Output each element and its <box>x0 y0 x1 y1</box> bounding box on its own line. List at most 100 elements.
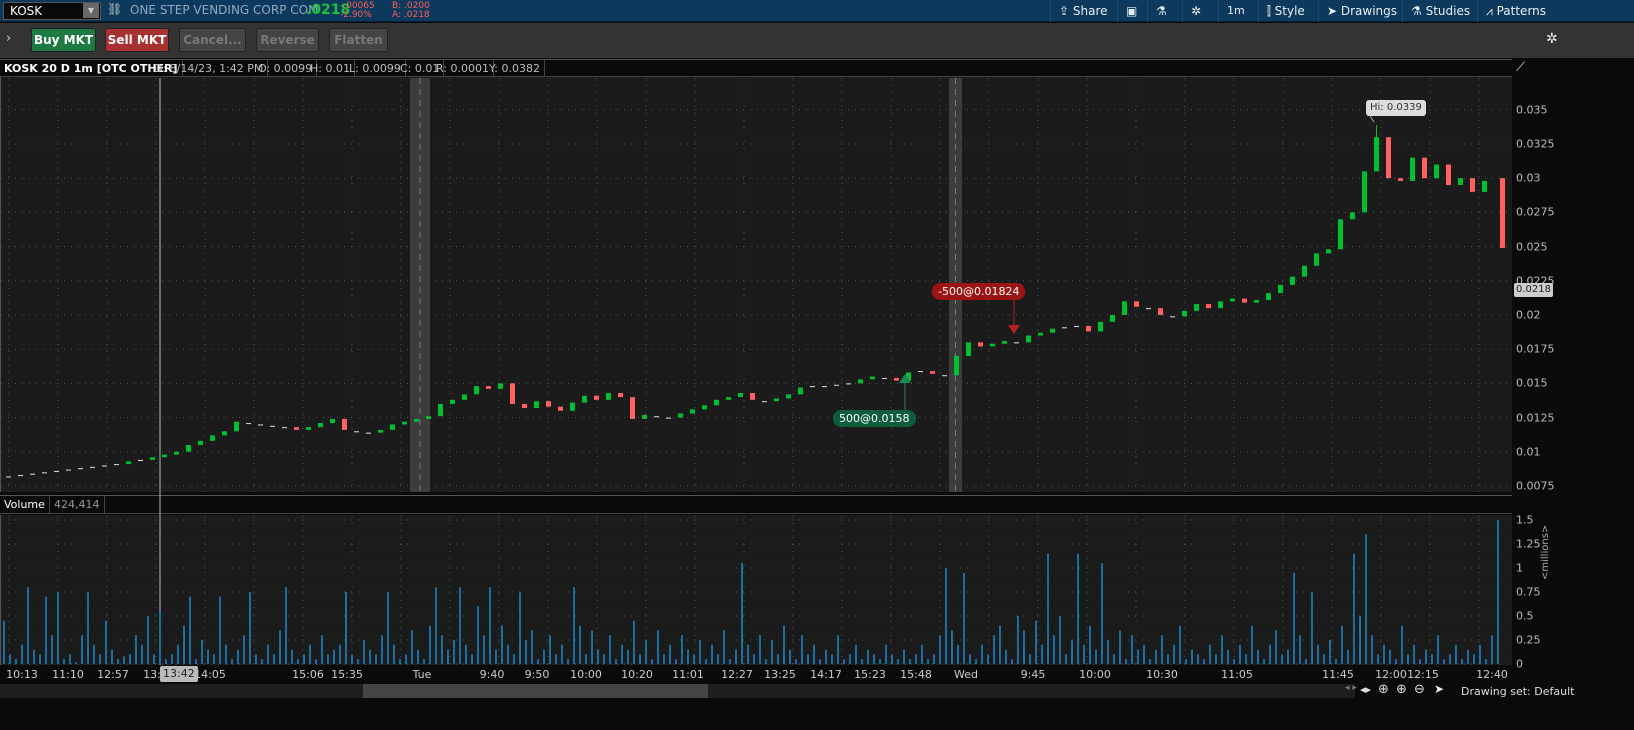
volume-bar <box>621 644 623 664</box>
volume-bar <box>981 644 983 664</box>
buy-fill-label[interactable]: 500@0.0158 <box>833 410 916 427</box>
doji-candle <box>1014 342 1019 344</box>
down-candle <box>594 395 599 400</box>
up-candle <box>582 395 587 403</box>
up-candle <box>306 427 311 430</box>
volume-bar <box>1083 644 1085 664</box>
volume-bar <box>603 654 605 664</box>
volume-bar <box>801 635 803 664</box>
time-tick-label: 15:06 <box>292 668 324 681</box>
up-candle <box>714 399 719 406</box>
up-candle <box>678 413 683 418</box>
up-candle <box>702 405 707 410</box>
volume-bar <box>1383 644 1385 664</box>
price-tick-label: 0.0325 <box>1516 137 1555 151</box>
volume-tick-label: 1 <box>1516 561 1523 575</box>
volume-bar <box>15 659 17 664</box>
down-candle <box>294 427 299 430</box>
volume-bar <box>921 644 923 664</box>
down-candle <box>618 392 623 398</box>
crosshair-icon[interactable]: ⊕ <box>1378 682 1389 697</box>
time-tick-label: 13:25 <box>764 668 796 681</box>
volume-bar <box>87 592 89 664</box>
doji-candle <box>1170 316 1175 318</box>
volume-bar <box>1431 654 1433 664</box>
price-tick-label: 0.025 <box>1516 240 1548 254</box>
volume-bar <box>999 625 1001 664</box>
expand-icon[interactable]: ◂▸ <box>1360 683 1371 696</box>
pointer-icon[interactable]: ➤ <box>1434 682 1444 696</box>
down-candle <box>1470 178 1475 192</box>
volume-bar <box>1251 625 1253 664</box>
volume-bar <box>1089 625 1091 664</box>
time-tick-label: 15:23 <box>854 668 886 681</box>
volume-bar <box>1053 635 1055 664</box>
volume-bar <box>267 644 269 664</box>
zoom-out-icon[interactable]: ⊖ <box>1414 682 1425 697</box>
volume-bar <box>3 620 5 664</box>
volume-bar <box>591 630 593 664</box>
volume-bar <box>153 654 155 664</box>
volume-bar <box>1047 553 1049 664</box>
volume-bar <box>489 587 491 664</box>
doji-candle <box>846 383 851 385</box>
up-candle <box>1002 340 1007 344</box>
drawing-set-selector[interactable]: Drawing set: Default <box>1461 685 1574 698</box>
volume-bar <box>1287 649 1289 664</box>
volume-bar <box>465 644 467 664</box>
down-candle <box>342 418 347 430</box>
doji-candle <box>654 416 659 418</box>
volume-bar <box>1161 635 1163 664</box>
volume-bar <box>861 659 863 664</box>
time-tick-label: 11:01 <box>672 668 704 681</box>
time-tick-label: 14:17 <box>810 668 842 681</box>
volume-bar <box>543 649 545 664</box>
doji-candle <box>1074 325 1079 327</box>
volume-bar <box>831 654 833 664</box>
volume-bar <box>1203 659 1205 664</box>
volume-bar <box>387 592 389 664</box>
down-candle <box>546 401 551 407</box>
scroll-left-right-icon[interactable]: ◂ ▸ <box>1345 683 1357 693</box>
doji-candle <box>834 384 839 386</box>
volume-bar <box>1197 654 1199 664</box>
time-tick-label: 12:57 <box>97 668 129 681</box>
volume-bar <box>285 587 287 664</box>
volume-bar <box>1305 659 1307 664</box>
time-tick-label: 9:50 <box>524 668 550 681</box>
zoom-in-icon[interactable]: ⊕ <box>1396 682 1407 697</box>
volume-bar <box>321 635 323 664</box>
doji-candle <box>102 465 107 467</box>
up-candle <box>1218 301 1223 309</box>
volume-bar <box>1353 553 1355 664</box>
up-candle <box>1182 310 1187 317</box>
volume-bar <box>303 654 305 664</box>
sell-fill-label[interactable]: -500@0.01824 <box>932 283 1026 300</box>
volume-bar <box>1035 620 1037 664</box>
volume-bar <box>93 644 95 664</box>
volume-bar <box>705 659 707 664</box>
up-candle <box>126 461 131 465</box>
volume-bar <box>951 630 953 664</box>
doji-candle <box>18 475 23 477</box>
volume-bar <box>393 644 395 664</box>
up-candle <box>1050 328 1055 333</box>
volume-bar <box>261 659 263 664</box>
volume-bar <box>141 644 143 664</box>
volume-bar <box>471 654 473 664</box>
time-tick-label: 10:00 <box>1079 668 1111 681</box>
time-tick-label: 10:30 <box>1146 668 1178 681</box>
up-candle <box>1350 212 1355 220</box>
doji-candle <box>810 386 815 388</box>
doji-candle <box>246 423 251 425</box>
volume-bar <box>1317 644 1319 664</box>
volume-bar <box>135 635 137 664</box>
volume-tick-label: 0 <box>1516 657 1523 671</box>
doji-candle <box>918 371 923 373</box>
down-candle <box>1086 325 1091 332</box>
down-candle <box>1446 164 1451 186</box>
volume-tick-label: 0.25 <box>1516 633 1541 647</box>
volume-bar <box>21 644 23 664</box>
volume-bar <box>1209 644 1211 664</box>
up-candle <box>1110 315 1115 322</box>
